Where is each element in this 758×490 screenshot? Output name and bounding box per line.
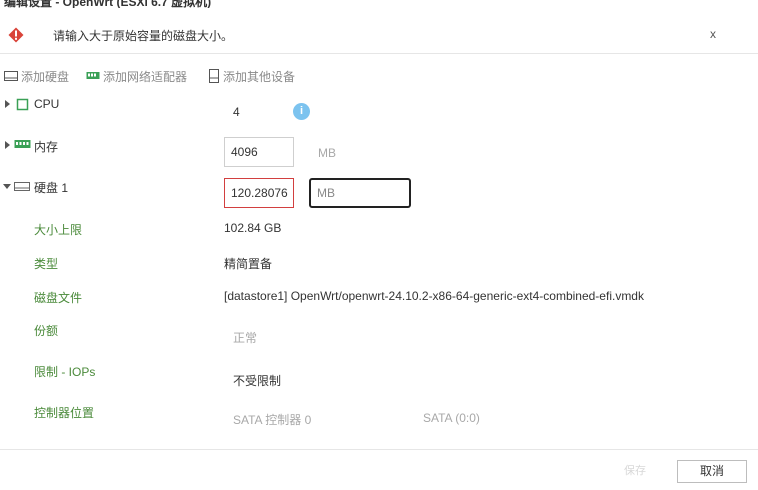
controller-select[interactable]: SATA 控制器 0: [233, 411, 311, 428]
cpu-icon: [16, 98, 29, 111]
collapse-caret-icon[interactable]: [3, 182, 11, 190]
disk-file-value: [datastore1] OpenWrt/openwrt-24.10.2-x86…: [224, 289, 644, 303]
add-network-adapter-label: 添加网络适配器: [103, 69, 188, 84]
disk-file-label: 磁盘文件: [34, 291, 83, 305]
controller-location-label: 控制器位置: [34, 406, 95, 420]
memory-label: 内存: [34, 140, 59, 154]
info-icon[interactable]: i: [293, 103, 310, 120]
add-disk-label: 添加硬盘: [21, 69, 70, 84]
disk-size-input[interactable]: 120.28076: [224, 178, 294, 208]
hard-disk-icon: [14, 182, 30, 191]
disk-unit-select[interactable]: MB: [309, 178, 411, 208]
max-size-value: 102.84 GB: [224, 221, 282, 235]
expand-caret-icon[interactable]: [3, 100, 11, 108]
add-network-adapter-button[interactable]: 添加网络适配器: [86, 67, 187, 85]
limit-iops-label: 限制 - IOPs: [34, 365, 96, 379]
dialog-footer: 保存 取消: [0, 449, 758, 490]
max-size-label: 大小上限: [34, 223, 83, 237]
error-alert: 请输入大于原始容量的磁盘大小。 x: [0, 14, 758, 54]
network-card-icon: [86, 72, 100, 79]
memory-icon: [14, 140, 31, 148]
hard-disk-icon: [4, 71, 18, 81]
cpu-label: CPU: [34, 97, 60, 111]
alert-message: 请输入大于原始容量的磁盘大小。: [53, 29, 234, 43]
hard-disk-label: 硬盘 1: [34, 181, 69, 195]
dialog-title-bar: 编辑设置 - OpenWrt (ESXi 6.7 虚拟机): [0, 0, 758, 8]
limit-iops-value[interactable]: 不受限制: [233, 372, 281, 389]
shares-label: 份额: [34, 324, 59, 338]
cancel-button[interactable]: 取消: [677, 460, 747, 483]
warning-icon: [8, 27, 24, 43]
type-value: 精简置备: [224, 257, 273, 271]
close-alert-button[interactable]: x: [710, 27, 716, 41]
type-label: 类型: [34, 257, 59, 271]
save-button[interactable]: 保存: [624, 462, 646, 478]
controller-slot-select[interactable]: SATA (0:0): [423, 411, 480, 425]
add-other-device-button[interactable]: 添加其他设备: [208, 67, 295, 85]
shares-value[interactable]: 正常: [233, 329, 257, 346]
expand-caret-icon[interactable]: [3, 141, 11, 149]
memory-input[interactable]: 4096: [224, 137, 294, 167]
add-disk-button[interactable]: 添加硬盘: [4, 67, 69, 85]
cpu-value[interactable]: 4: [233, 105, 240, 119]
dialog-title: 编辑设置 - OpenWrt (ESXi 6.7 虚拟机): [4, 0, 212, 8]
memory-unit[interactable]: MB: [318, 146, 336, 160]
device-icon: [209, 69, 219, 83]
add-other-device-label: 添加其他设备: [223, 69, 296, 84]
